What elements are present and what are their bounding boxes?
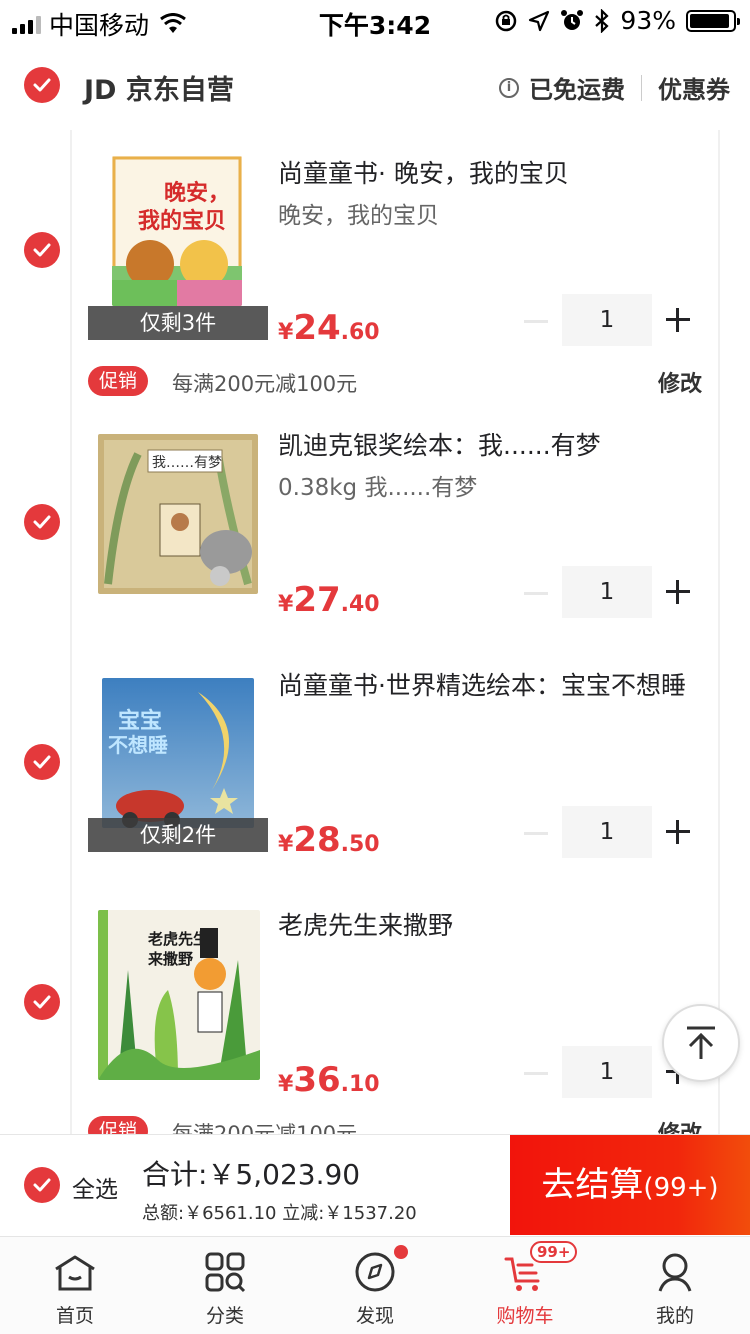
promotion-text[interactable]: 每满200元减100元: [172, 1118, 357, 1134]
cart-item[interactable]: 晚安， 我的宝贝 仅剩3件 尚童童书· 晚安，我的宝贝 晚安，我的宝贝 ¥24.…: [0, 136, 750, 348]
shop-name[interactable]: JD 京东自营: [84, 68, 234, 107]
bluetooth-icon: [595, 8, 610, 33]
product-image[interactable]: 宝宝 不想睡: [102, 678, 254, 828]
new-content-dot: [394, 1245, 408, 1259]
quantity-decrease-button[interactable]: [524, 1072, 548, 1075]
select-all-checkbox[interactable]: [24, 1167, 60, 1203]
low-stock-badge: 仅剩3件: [88, 306, 268, 340]
cart-item[interactable]: 我……有梦 凯迪克银奖绘本：我......有梦 0.38kg 我......有梦…: [0, 408, 750, 620]
cart-item-list[interactable]: 晚安， 我的宝贝 仅剩3件 尚童童书· 晚安，我的宝贝 晚安，我的宝贝 ¥24.…: [0, 130, 750, 1134]
tab-label: 购物车: [496, 1305, 554, 1327]
item-select-checkbox[interactable]: [24, 744, 60, 780]
promotion-row: 促销 每满200元减100元 修改: [0, 362, 750, 402]
location-icon: [529, 10, 550, 31]
item-select-checkbox[interactable]: [24, 984, 60, 1020]
divider: [641, 74, 642, 101]
total-amount: 合计:￥5,023.90: [142, 1158, 361, 1191]
tab-discover[interactable]: 发现: [300, 1237, 450, 1334]
promotion-edit-button[interactable]: 修改: [658, 366, 702, 398]
product-spec[interactable]: 晚安，我的宝贝: [278, 196, 439, 230]
product-image[interactable]: 老虎先生 来撒野: [98, 910, 260, 1080]
quantity-increase-button[interactable]: [666, 308, 690, 332]
bottom-tab-bar: 首页 分类 发现 99+ 购物车 我的: [0, 1236, 750, 1334]
quantity-decrease-button[interactable]: [524, 320, 548, 323]
quantity-input[interactable]: 1: [562, 294, 652, 346]
promotion-row: 促销 每满200元减100元 修改: [0, 1112, 750, 1134]
low-stock-badge: 仅剩2件: [88, 818, 268, 852]
quantity-decrease-button[interactable]: [524, 832, 548, 835]
status-bar: 中国移动 下午3:42 93%: [0, 0, 750, 40]
tab-label: 首页: [55, 1305, 94, 1327]
rotation-lock-icon: [496, 10, 517, 31]
promotion-edit-button[interactable]: 修改: [658, 1116, 702, 1134]
checkmark-icon: [33, 515, 51, 529]
product-title[interactable]: 尚童童书· 晚安，我的宝贝: [278, 158, 698, 190]
tab-category[interactable]: 分类: [150, 1237, 300, 1334]
tab-profile[interactable]: 我的: [600, 1237, 750, 1334]
discover-icon: [355, 1252, 395, 1292]
checkout-button[interactable]: 去结算(99+): [510, 1135, 750, 1235]
tab-cart[interactable]: 99+ 购物车: [450, 1237, 600, 1334]
cover-title-line2: 来撒野: [147, 950, 193, 968]
arrow-up-icon: [687, 1026, 715, 1059]
item-select-checkbox[interactable]: [24, 504, 60, 540]
checkmark-icon: [33, 1178, 51, 1192]
checkmark-icon: [33, 755, 51, 769]
promotion-text[interactable]: 每满200元减100元: [172, 368, 357, 398]
select-all-label[interactable]: 全选: [72, 1170, 118, 1204]
checkout-bar: 全选 合计:￥5,023.90 总额:￥6561.10 立减:￥1537.20 …: [0, 1134, 750, 1235]
quantity-input[interactable]: 1: [562, 1046, 652, 1098]
coupon-button[interactable]: 优惠券: [658, 70, 730, 105]
alarm-icon: [561, 9, 584, 30]
cover-title: 我……有梦: [152, 455, 222, 471]
product-price: ¥28.50: [278, 820, 380, 860]
product-image[interactable]: 晚安， 我的宝贝: [112, 156, 242, 306]
product-price: ¥36.10: [278, 1060, 380, 1100]
product-price: ¥24.60: [278, 308, 380, 348]
shop-header: JD 京东自营 i 已免运费 优惠券: [0, 50, 750, 122]
cover-title-line2: 我的宝贝: [138, 208, 226, 234]
cover-title-line1: 宝宝: [118, 708, 162, 734]
checkmark-icon: [33, 78, 51, 92]
cover-title-line2: 不想睡: [108, 733, 168, 757]
tab-label: 我的: [655, 1305, 694, 1327]
quantity-input[interactable]: 1: [562, 806, 652, 858]
quantity-increase-button[interactable]: [666, 820, 690, 844]
checkmark-icon: [33, 995, 51, 1009]
product-price: ¥27.40: [278, 580, 380, 620]
cover-title-line1: 老虎先生: [147, 930, 208, 948]
quantity-input[interactable]: 1: [562, 566, 652, 618]
cart-item[interactable]: 宝宝 不想睡 仅剩2件 尚童童书·世界精选绘本：宝宝不想睡 ¥28.50 1: [0, 648, 750, 860]
battery-icon: [686, 9, 740, 32]
product-title[interactable]: 老虎先生来撒野: [278, 910, 698, 942]
shop-select-checkbox[interactable]: [24, 67, 60, 103]
profile-icon: [658, 1253, 692, 1292]
promotion-tag: 促销: [88, 366, 148, 396]
battery-percent: 93%: [620, 6, 676, 35]
tab-home[interactable]: 首页: [0, 1237, 150, 1334]
tab-label: 分类: [205, 1305, 244, 1327]
price-breakdown: 总额:￥6561.10 立减:￥1537.20: [142, 1203, 417, 1224]
product-image[interactable]: 我……有梦: [98, 434, 258, 594]
quantity-increase-button[interactable]: [666, 580, 690, 604]
product-title[interactable]: 凯迪克银奖绘本：我......有梦: [278, 430, 698, 462]
free-shipping-label[interactable]: 已免运费: [529, 70, 625, 105]
quantity-decrease-button[interactable]: [524, 592, 548, 595]
info-icon[interactable]: i: [499, 77, 519, 98]
cart-count-badge: 99+: [530, 1241, 578, 1263]
item-select-checkbox[interactable]: [24, 232, 60, 268]
checkmark-icon: [33, 243, 51, 257]
back-to-top-button[interactable]: [662, 1004, 740, 1082]
home-icon: [55, 1255, 95, 1291]
cart-item[interactable]: 老虎先生 来撒野 老虎先生来撒野 ¥36.10 1: [0, 888, 750, 1100]
cover-title-line1: 晚安，: [164, 180, 230, 206]
product-spec[interactable]: 0.38kg 我......有梦: [278, 468, 477, 502]
product-title[interactable]: 尚童童书·世界精选绘本：宝宝不想睡: [278, 670, 698, 702]
tab-label: 发现: [355, 1305, 394, 1327]
category-icon: [205, 1252, 246, 1293]
promotion-tag: 促销: [88, 1116, 148, 1134]
